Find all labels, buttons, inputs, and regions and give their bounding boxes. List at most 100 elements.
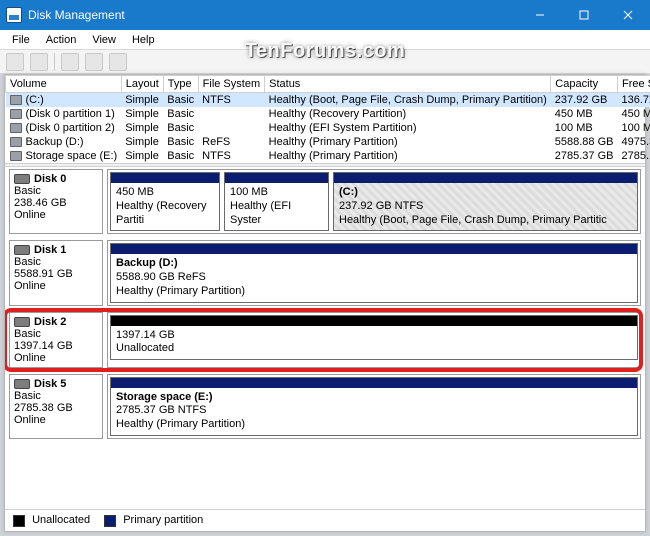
toolbar-button[interactable] bbox=[30, 53, 48, 71]
table-row[interactable]: Backup (D:)SimpleBasicReFSHealthy (Prima… bbox=[6, 135, 650, 149]
partition-status: Healthy (Boot, Page File, Crash Dump, Pr… bbox=[339, 214, 632, 228]
col-volume[interactable]: Volume bbox=[6, 76, 122, 93]
disk-partitions: Storage space (E:)2785.37 GB NTFSHealthy… bbox=[107, 374, 641, 439]
cell: 100 MB bbox=[618, 121, 650, 135]
volume-list[interactable]: Volume Layout Type File System Status Ca… bbox=[5, 75, 645, 163]
table-row[interactable]: (C:)SimpleBasicNTFSHealthy (Boot, Page F… bbox=[6, 93, 650, 108]
menu-file[interactable]: File bbox=[4, 32, 38, 48]
disk-label[interactable]: Disk 1Basic5588.91 GBOnline bbox=[9, 240, 103, 305]
titlebar: Disk Management bbox=[0, 0, 650, 30]
partition-primary[interactable]: 100 MBHealthy (EFI Syster bbox=[224, 172, 329, 231]
disk-label[interactable]: Disk 0Basic238.46 GBOnline bbox=[9, 169, 103, 234]
cell: Basic bbox=[163, 121, 198, 135]
partition-bar bbox=[334, 173, 637, 183]
partition-primary[interactable]: Backup (D:)5588.90 GB ReFSHealthy (Prima… bbox=[110, 243, 638, 302]
disk-size: 2785.38 GB bbox=[14, 402, 98, 414]
partition-size: 5588.90 GB ReFS bbox=[116, 271, 632, 285]
toolbar-button[interactable] bbox=[61, 53, 79, 71]
partition-primary[interactable]: Storage space (E:)2785.37 GB NTFSHealthy… bbox=[110, 377, 638, 436]
disk-type: Basic bbox=[14, 256, 98, 268]
disk-type: Basic bbox=[14, 390, 98, 402]
table-row[interactable]: Storage space (E:)SimpleBasicNTFSHealthy… bbox=[6, 149, 650, 163]
col-layout[interactable]: Layout bbox=[121, 76, 163, 93]
cell: 450 MB bbox=[551, 107, 618, 121]
table-row[interactable]: (Disk 0 partition 2)SimpleBasicHealthy (… bbox=[6, 121, 650, 135]
disk-state: Online bbox=[14, 209, 98, 221]
volume-icon bbox=[10, 109, 22, 119]
partition-status: Healthy (Primary Partition) bbox=[116, 285, 632, 299]
table-row[interactable]: (Disk 0 partition 1)SimpleBasicHealthy (… bbox=[6, 107, 650, 121]
volume-icon bbox=[10, 123, 22, 133]
swatch-primary-icon bbox=[104, 515, 116, 527]
menu-action[interactable]: Action bbox=[38, 32, 85, 48]
disk-type: Basic bbox=[14, 328, 98, 340]
toolbar bbox=[0, 50, 650, 74]
column-headers[interactable]: Volume Layout Type File System Status Ca… bbox=[6, 76, 650, 93]
cell: 100 MB bbox=[551, 121, 618, 135]
disk-state: Online bbox=[14, 352, 98, 364]
cell: Basic bbox=[163, 107, 198, 121]
partition-bar bbox=[111, 378, 637, 388]
col-capacity[interactable]: Capacity bbox=[551, 76, 618, 93]
cell: (Disk 0 partition 1) bbox=[6, 107, 122, 121]
cell bbox=[198, 121, 264, 135]
partition-bar bbox=[111, 173, 219, 183]
disk-label[interactable]: Disk 5Basic2785.38 GBOnline bbox=[9, 374, 103, 439]
toolbar-button[interactable] bbox=[109, 53, 127, 71]
partition-bar bbox=[111, 244, 637, 254]
minimize-button[interactable] bbox=[518, 0, 562, 30]
disk-row[interactable]: Disk 2Basic1397.14 GBOnline1397.14 GBUna… bbox=[9, 312, 641, 368]
col-freespace[interactable]: Free Space bbox=[618, 76, 650, 93]
cell: Basic bbox=[163, 149, 198, 163]
app-icon bbox=[6, 7, 22, 23]
col-type[interactable]: Type bbox=[163, 76, 198, 93]
toolbar-button[interactable] bbox=[6, 53, 24, 71]
col-filesystem[interactable]: File System bbox=[198, 76, 264, 93]
partition-primary[interactable]: (C:)237.92 GB NTFSHealthy (Boot, Page Fi… bbox=[333, 172, 638, 231]
cell: Healthy (Primary Partition) bbox=[265, 135, 551, 149]
menu-help[interactable]: Help bbox=[124, 32, 163, 48]
disk-row[interactable]: Disk 1Basic5588.91 GBOnlineBackup (D:)55… bbox=[9, 240, 641, 305]
disk-row[interactable]: Disk 5Basic2785.38 GBOnlineStorage space… bbox=[9, 374, 641, 439]
cell: Simple bbox=[121, 107, 163, 121]
cell: ReFS bbox=[198, 135, 264, 149]
disk-icon bbox=[14, 379, 30, 389]
legend: Unallocated Primary partition bbox=[5, 509, 645, 531]
partition-size: 100 MB bbox=[230, 186, 323, 200]
maximize-button[interactable] bbox=[562, 0, 606, 30]
cell: Basic bbox=[163, 93, 198, 108]
menu-view[interactable]: View bbox=[84, 32, 124, 48]
cell: NTFS bbox=[198, 149, 264, 163]
disk-row[interactable]: Disk 0Basic238.46 GBOnline450 MBHealthy … bbox=[9, 169, 641, 234]
partition-unallocated[interactable]: 1397.14 GBUnallocated bbox=[110, 315, 638, 361]
cell: 136.72 GB bbox=[618, 93, 650, 108]
cell: Backup (D:) bbox=[6, 135, 122, 149]
disk-size: 1397.14 GB bbox=[14, 340, 98, 352]
cell: 2785.11 GB bbox=[618, 149, 650, 163]
disk-label[interactable]: Disk 2Basic1397.14 GBOnline bbox=[9, 312, 103, 368]
partition-size: 237.92 GB NTFS bbox=[339, 200, 632, 214]
menubar: File Action View Help bbox=[0, 30, 650, 50]
legend-primary-label: Primary partition bbox=[123, 514, 203, 526]
disk-name: Disk 1 bbox=[34, 244, 66, 256]
volume-icon bbox=[10, 137, 22, 147]
col-status[interactable]: Status bbox=[265, 76, 551, 93]
disk-icon bbox=[14, 245, 30, 255]
toolbar-button[interactable] bbox=[85, 53, 103, 71]
cell: 4975.34 GB bbox=[618, 135, 650, 149]
close-button[interactable] bbox=[606, 0, 650, 30]
partition-title: (C:) bbox=[339, 186, 632, 200]
partition-title: Storage space (E:) bbox=[116, 391, 632, 405]
partition-size: 1397.14 GB bbox=[116, 329, 632, 343]
legend-unallocated: Unallocated bbox=[13, 514, 90, 526]
disk-graphical-view[interactable]: Disk 0Basic238.46 GBOnline450 MBHealthy … bbox=[5, 167, 645, 509]
partition-primary[interactable]: 450 MBHealthy (Recovery Partiti bbox=[110, 172, 220, 231]
swatch-unallocated-icon bbox=[13, 515, 25, 527]
legend-primary: Primary partition bbox=[104, 514, 203, 526]
cell: Simple bbox=[121, 149, 163, 163]
volume-icon bbox=[10, 95, 22, 105]
window-title: Disk Management bbox=[28, 8, 125, 22]
disk-state: Online bbox=[14, 280, 98, 292]
disk-name: Disk 2 bbox=[34, 316, 66, 328]
cell: Storage space (E:) bbox=[6, 149, 122, 163]
